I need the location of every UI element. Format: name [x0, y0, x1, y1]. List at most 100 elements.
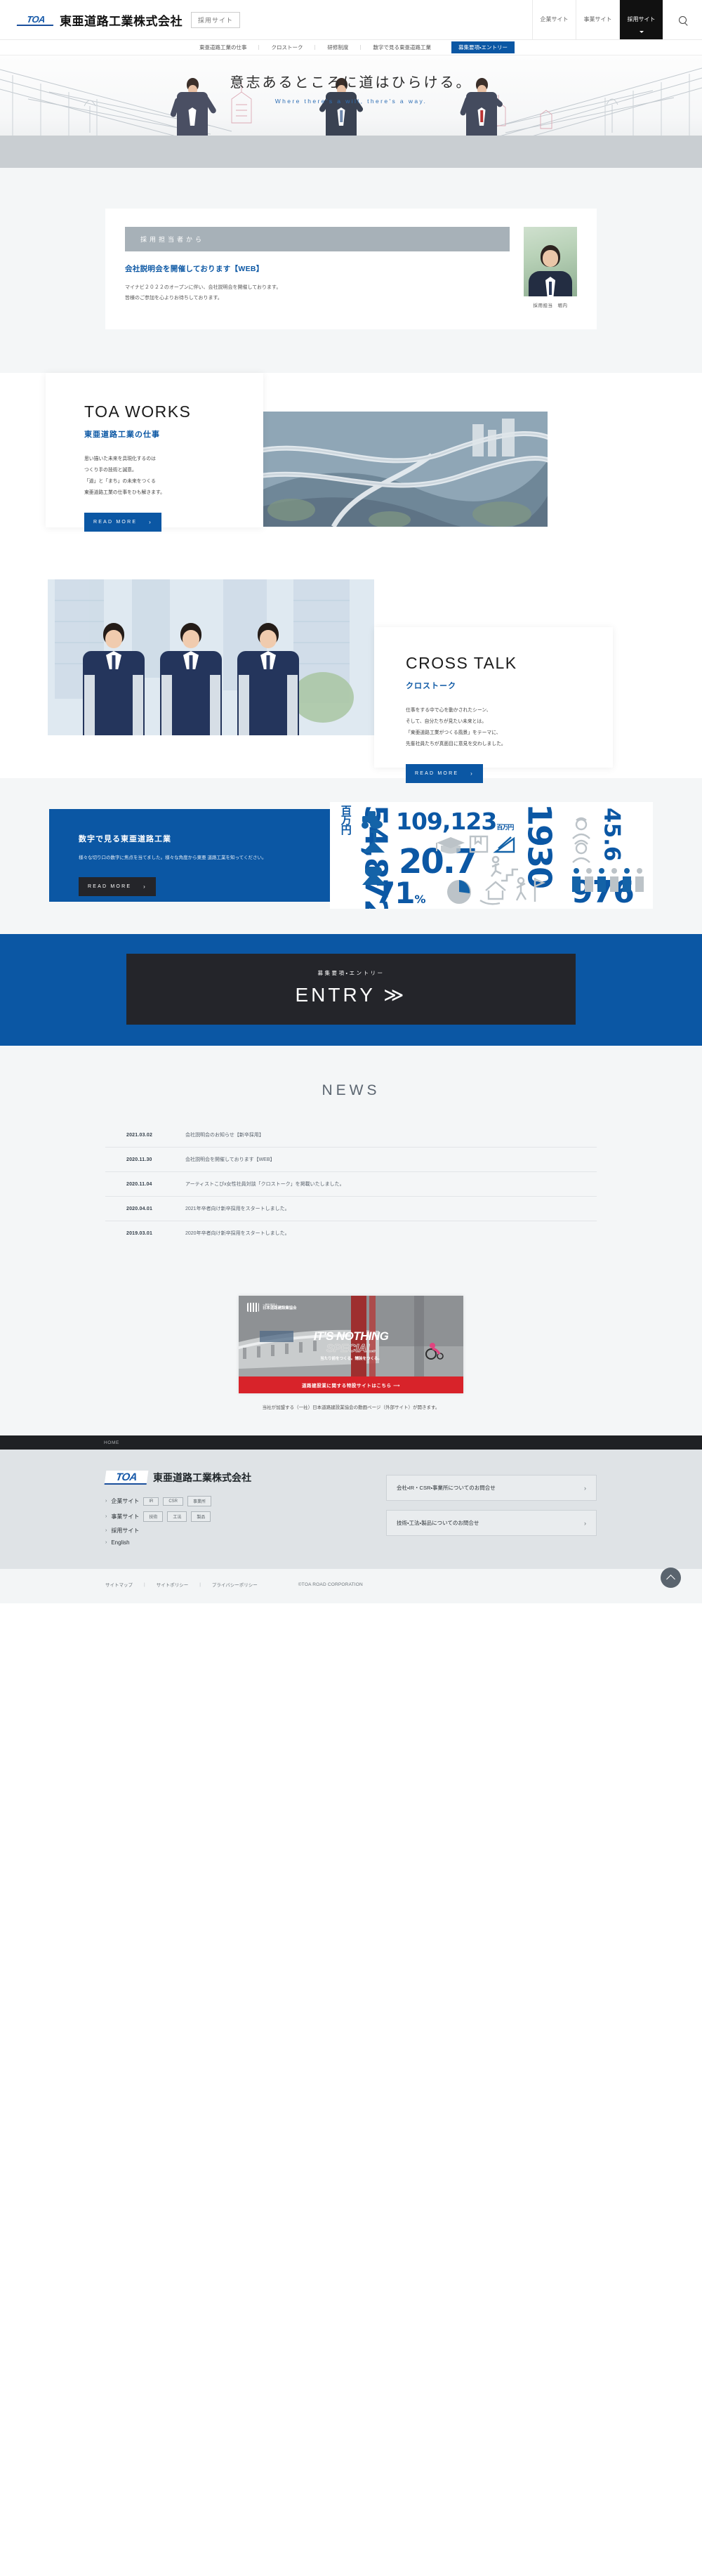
header-nav-corporate[interactable]: 企業サイト: [532, 0, 576, 39]
crosstalk-lead-line1: 仕事をする中で心を動かされたシーン、: [406, 708, 491, 713]
numbers-read-more-label: READ MORE: [88, 883, 132, 889]
subnav-item-works[interactable]: 東亜道路工業の仕事: [187, 45, 259, 51]
works-photo: [249, 412, 548, 527]
stairs-person-icon: [490, 855, 518, 882]
recruiter-title[interactable]: 会社説明会を開催しております【WEB】: [125, 263, 510, 274]
footer-tag-ir[interactable]: IR: [143, 1497, 159, 1506]
banner-subtitle: 当たり前をつくる。舗装をつくる。: [320, 1357, 382, 1362]
copyright: ©TOA ROAD CORPORATION: [298, 1582, 363, 1587]
header-nav-business[interactable]: 事業サイト: [576, 0, 619, 39]
breadcrumb: HOME: [0, 1435, 702, 1450]
header-brand[interactable]: TOA 東亜道路工業株式会社 採用サイト: [0, 0, 532, 39]
news-item[interactable]: 2020.11.30 会社説明会を開催しております【WEB】: [105, 1148, 597, 1172]
chevron-right-icon: ›: [584, 1519, 586, 1527]
crosstalk-lead: 仕事をする中で心を動かされたシーン、 そして、自分たちが見たい未来とは。 「東亜…: [406, 705, 613, 750]
bottom-link-privacypolicy[interactable]: プライバシーポリシー: [212, 1581, 258, 1588]
footer-link-recruit-label: 採用サイト: [111, 1527, 140, 1534]
house-hand-icon: [479, 881, 506, 905]
jrca-banner[interactable]: 一般社団法人 日本道路建設業協会 IT'S NOTHING SPECIAL. 当…: [239, 1296, 463, 1393]
works-card: TOA WORKS 東亜道路工業の仕事 思い描いた未来を具現化するのは つくり手…: [46, 373, 263, 532]
search-icon: [678, 15, 687, 24]
news-section: NEWS 2021.03.02 会社説明会のお知らせ【新卒採用】 2020.11…: [0, 1046, 702, 1286]
footer-contact-technical-button[interactable]: 技術・工法・製品についてのお問合せ ›: [386, 1510, 597, 1536]
footer-brand[interactable]: TOA 東亜道路工業株式会社: [104, 1471, 251, 1485]
crosstalk-read-more-label: READ MORE: [415, 770, 459, 776]
header-nav-recruit-label: 採用サイト: [627, 15, 656, 22]
footer-tag-technology[interactable]: 技術: [143, 1511, 164, 1522]
footer-link-recruit[interactable]: › 採用サイト: [105, 1527, 251, 1535]
recruiter-body-line1: マイナビ２０２２のオープンに伴い、会社説明会を開催しております。: [125, 285, 282, 290]
company-name: 東亜道路工業株式会社: [60, 14, 183, 28]
jrca-org-name: 日本道路建設業協会: [263, 1306, 297, 1311]
footer-link-english[interactable]: › English: [105, 1539, 251, 1546]
crosstalk-lead-line2: そして、自分たちが見たい未来とは。: [406, 718, 487, 724]
works-title-en: TOA WORKS: [84, 402, 192, 421]
chevron-right-icon: ›: [584, 1484, 586, 1492]
works-read-more-button[interactable]: READ MORE ›: [84, 512, 161, 532]
numbers-body: 様々な切り口の数字に焦点を当てました。様々な角度から東亜 道路工業を知ってくださ…: [79, 853, 270, 863]
footer-link-corporate[interactable]: › 企業サイト IR CSR 事業所: [105, 1496, 251, 1506]
worker-female-icon: [572, 839, 590, 863]
chevron-right-icon: ›: [149, 518, 152, 525]
subnav-item-numbers[interactable]: 数字で見る東亜道路工業: [360, 45, 443, 51]
crosstalk-section: CROSS TALK クロストーク 仕事をする中で心を動かされたシーン、 そして…: [0, 564, 702, 783]
news-item[interactable]: 2019.03.01 2020年卒者向け新卒採用をスタートしました。: [105, 1221, 597, 1245]
works-read-more-label: READ MORE: [93, 519, 138, 525]
footer-tag-product[interactable]: 製品: [191, 1511, 211, 1522]
footer-contact-corporate-label: 会社・IR・CSR・事業所についてのお問合せ: [397, 1485, 496, 1491]
footer-tag-csr[interactable]: CSR: [163, 1497, 184, 1506]
book-icon: [469, 835, 489, 853]
ruler-pencil-icon: [493, 836, 515, 853]
news-date: 2020.11.30: [126, 1157, 152, 1162]
recruiter-bar-label: 採用担当者から: [125, 227, 510, 251]
news-text: 2020年卒者向け新卒採用をスタートしました。: [185, 1231, 290, 1236]
works-lead-line3: 「道」と「まち」の未来をつくる: [84, 478, 156, 484]
footer-tag-method[interactable]: 工法: [167, 1511, 187, 1522]
numbers-body-line1: 様々な切り口の数字に焦点を当てました。様々な角度から東亜: [79, 855, 206, 860]
crosstalk-title-jp: クロストーク: [406, 682, 456, 690]
bottom-link-sitemap[interactable]: サイトマップ: [105, 1581, 133, 1588]
chevron-right-icon: ›: [105, 1514, 107, 1519]
scroll-to-top-button[interactable]: [661, 1568, 681, 1588]
header-nav-recruit[interactable]: 採用サイト: [619, 0, 663, 39]
footer-link-business[interactable]: › 事業サイト 技術 工法 製品: [105, 1511, 251, 1522]
banner-caption: 当社が加盟する（一社）日本道路建設業協会の動画ページ（外部サイト）が開きます。: [262, 1405, 440, 1410]
works-title-jp: 東亜道路工業の仕事: [84, 431, 160, 439]
breadcrumb-home[interactable]: HOME: [104, 1440, 119, 1445]
crosstalk-photo: [48, 579, 374, 735]
news-item[interactable]: 2020.11.04 アーティストこぴx女性社員対談「クロストーク」を掲載いたし…: [105, 1172, 597, 1197]
entry-button[interactable]: 募集要項・エントリー ENTRY ≫: [126, 954, 576, 1025]
banner-headline-2: SPECIAL.: [326, 1342, 376, 1355]
graduation-cap-icon: [436, 837, 465, 854]
chevron-down-icon: [639, 31, 644, 33]
shovel-icon: [362, 830, 385, 853]
subnav-item-training[interactable]: 研修制度: [314, 45, 360, 51]
news-item[interactable]: 2020.04.01 2021年卒者向け新卒採用をスタートしました。: [105, 1197, 597, 1221]
banner-image: 一般社団法人 日本道路建設業協会 IT'S NOTHING SPECIAL. 当…: [239, 1296, 463, 1376]
numbers-read-more-button[interactable]: READ MORE ›: [79, 876, 156, 896]
news-item[interactable]: 2021.03.02 会社説明会のお知らせ【新卒採用】: [105, 1123, 597, 1148]
crosstalk-title-en: CROSS TALK: [406, 654, 517, 672]
footer-tag-offices[interactable]: 事業所: [187, 1496, 212, 1506]
bottom-link-sitepolicy[interactable]: サイトポリシー: [157, 1581, 189, 1588]
news-text: アーティストこぴx女性社員対談「クロストーク」を掲載いたしました。: [185, 1182, 345, 1187]
bottom-separator: |: [199, 1582, 201, 1587]
numbers-infographic: 54,872百万円 109,123百万円 1930 45.6 20.7 71% …: [330, 802, 653, 909]
news-list: 2021.03.02 会社説明会のお知らせ【新卒採用】 2020.11.30 会…: [105, 1123, 597, 1245]
toa-logo-icon: TOA: [16, 13, 55, 26]
people-group-icon: [572, 868, 644, 892]
search-button[interactable]: [663, 0, 702, 39]
banner-cta-bar[interactable]: 道路建設業に関する特設サイトはこちら ⟶: [239, 1376, 463, 1393]
footer-company-name: 東亜道路工業株式会社: [153, 1472, 251, 1483]
footer-contact-corporate-button[interactable]: 会社・IR・CSR・事業所についてのお問合せ ›: [386, 1475, 597, 1501]
worker-male-icon: [572, 817, 590, 839]
subnav-item-crosstalk[interactable]: クロストーク: [258, 45, 314, 51]
hero-headline-en: Where there's a will, there's a way.: [274, 98, 428, 105]
crosstalk-read-more-button[interactable]: READ MORE ›: [406, 763, 483, 783]
chevron-right-icon: ›: [143, 883, 147, 890]
hero-banner: 意志あるところに道はひらける。 Where there's a will, th…: [0, 55, 702, 168]
hero-copy: 意志あるところに道はひらける。 Where there's a will, th…: [0, 71, 702, 105]
subnav-entry-button[interactable]: 募集要項・エントリー: [451, 41, 515, 54]
crosstalk-lead-line3: 「東亜道路工業がつくる風景」をテーマに、: [406, 730, 501, 735]
chevron-right-icon: ›: [105, 1499, 107, 1504]
